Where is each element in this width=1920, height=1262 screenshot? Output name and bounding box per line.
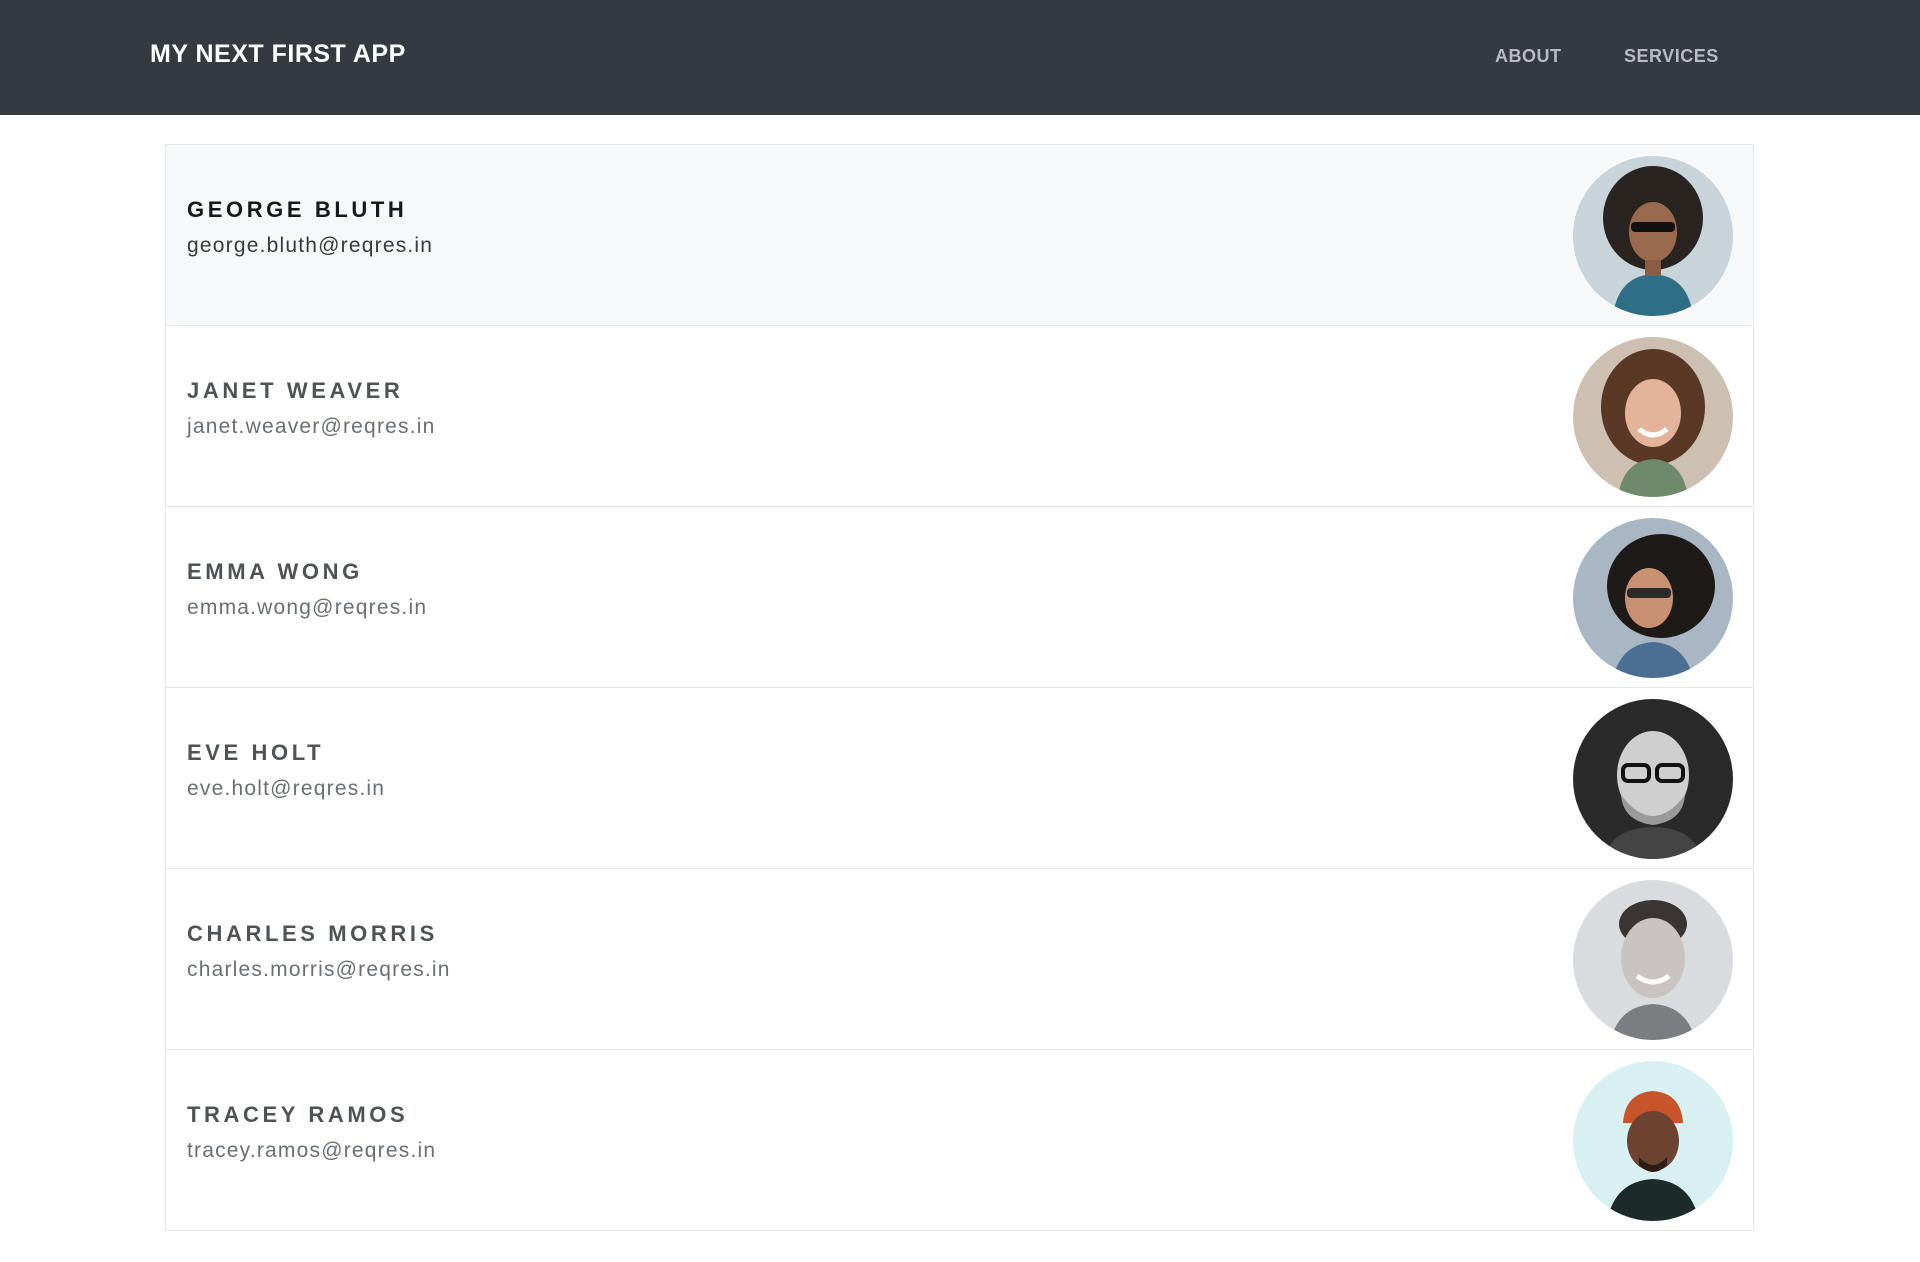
- user-avatar: [1573, 337, 1733, 497]
- brand-link[interactable]: MY NEXT FIRST APP: [150, 40, 406, 69]
- user-name: EVE HOLT: [187, 740, 325, 765]
- user-avatar: [1573, 699, 1733, 859]
- user-avatar: [1573, 880, 1733, 1040]
- nav-link-about[interactable]: ABOUT: [1495, 46, 1562, 67]
- user-name: TRACEY RAMOS: [187, 1102, 409, 1127]
- user-name: JANET WEAVER: [187, 378, 404, 403]
- user-email: eve.holt@reqres.in: [187, 777, 386, 800]
- user-avatar: [1573, 1061, 1733, 1221]
- user-avatar: [1573, 156, 1733, 316]
- user-email: george.bluth@reqres.in: [187, 234, 434, 257]
- nav-link-services[interactable]: SERVICES: [1624, 46, 1719, 67]
- navbar: MY NEXT FIRST APP ABOUT SERVICES: [0, 0, 1920, 115]
- user-name: GEORGE BLUTH: [187, 197, 408, 222]
- user-list-item[interactable]: EVE HOLT eve.holt@reqres.in: [165, 688, 1754, 869]
- user-list: GEORGE BLUTH george.bluth@reqres.in JANE…: [165, 144, 1754, 1231]
- user-list-item[interactable]: CHARLES MORRIS charles.morris@reqres.in: [165, 869, 1754, 1050]
- user-list-item[interactable]: GEORGE BLUTH george.bluth@reqres.in: [165, 144, 1754, 326]
- user-email: charles.morris@reqres.in: [187, 958, 451, 981]
- user-email: janet.weaver@reqres.in: [187, 415, 436, 438]
- user-name: EMMA WONG: [187, 559, 363, 584]
- user-list-item[interactable]: TRACEY RAMOS tracey.ramos@reqres.in: [165, 1050, 1754, 1231]
- user-name: CHARLES MORRIS: [187, 921, 438, 946]
- user-list-item[interactable]: JANET WEAVER janet.weaver@reqres.in: [165, 326, 1754, 507]
- user-avatar: [1573, 518, 1733, 678]
- user-list-item[interactable]: EMMA WONG emma.wong@reqres.in: [165, 507, 1754, 688]
- user-email: tracey.ramos@reqres.in: [187, 1139, 437, 1162]
- user-email: emma.wong@reqres.in: [187, 596, 428, 619]
